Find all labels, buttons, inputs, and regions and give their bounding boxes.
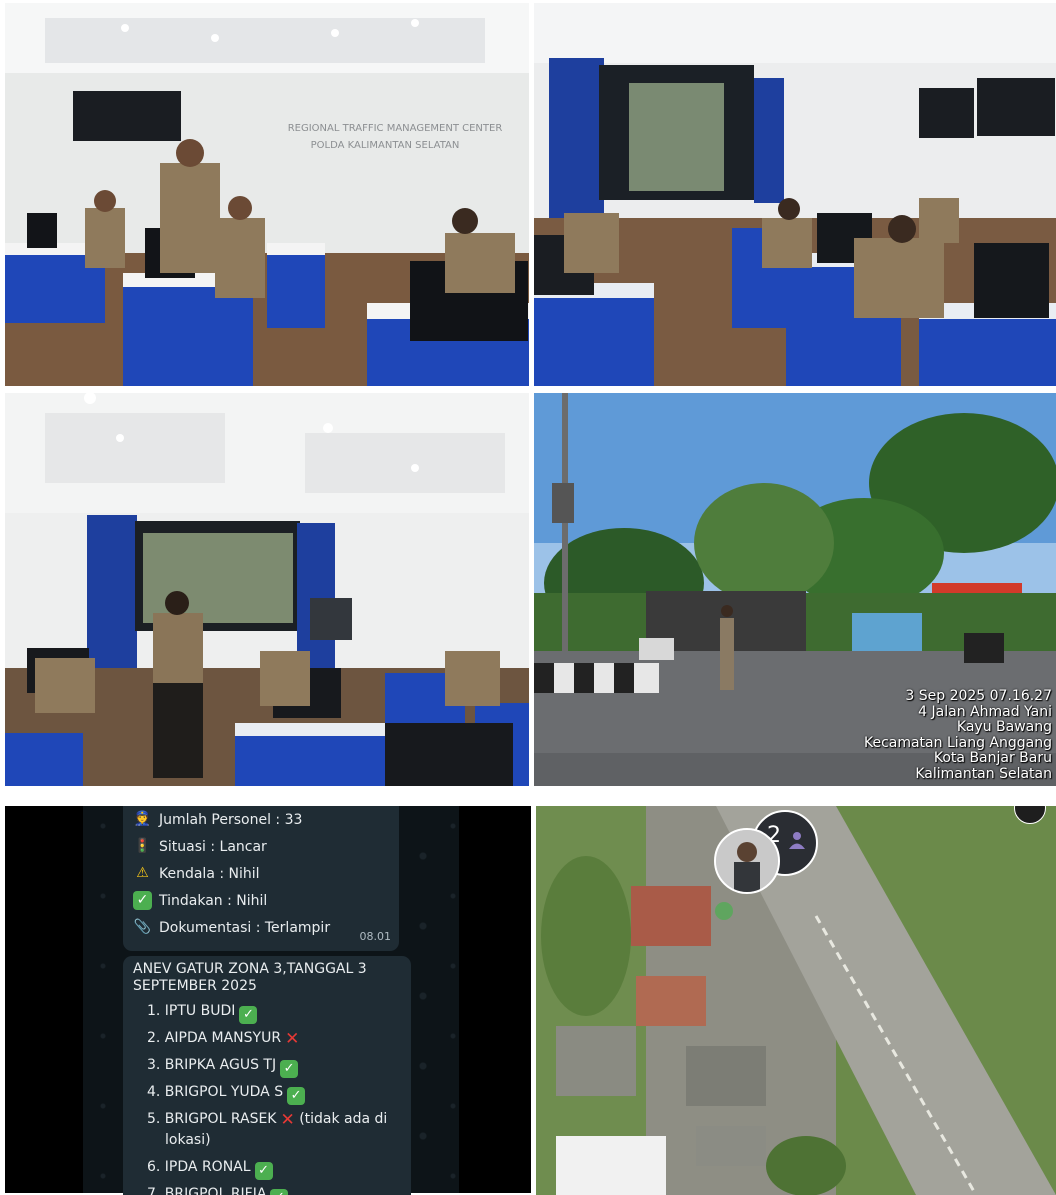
warning-icon: ⚠ — [136, 865, 149, 881]
list-item: 2. AIPDA MANSYUR ✕ — [147, 1029, 300, 1049]
report-row-action: ✓ Tindakan : Nihil — [133, 891, 267, 910]
list-item: 4. BRIGPOL YUDA S ✓ — [147, 1082, 306, 1105]
report-row-situation: 🚦 Situasi : Lancar — [133, 837, 267, 856]
chat-screenshot: 👮 Jumlah Personel : 33 🚦 Situasi : Lanca… — [5, 806, 531, 1195]
cross-mark-icon: ✕ — [285, 1029, 300, 1049]
list-item: 5. BRIGPOL RASEK ✕ (tidak ada di — [147, 1110, 388, 1130]
report-message-bubble: 👮 Jumlah Personel : 33 🚦 Situasi : Lanca… — [123, 806, 399, 951]
message-timestamp: 08.01 — [359, 930, 392, 943]
absence-note-continued: lokasi) — [165, 1132, 211, 1148]
sign-line1: REGIONAL TRAFFIC MANAGEMENT CENTER — [288, 123, 503, 134]
paperclip-icon: 📎 — [133, 919, 152, 935]
report-row-obstacle: ⚠ Kendala : Nihil — [133, 864, 260, 883]
check-mark-icon: ✓ — [239, 1006, 258, 1024]
stamp-province: Kalimantan Selatan — [915, 765, 1052, 782]
attendance-header: ANEV GATUR ZONA 3,TANGGAL 3 SEPTEMBER 20… — [133, 961, 367, 994]
list-item: 6. IPDA RONAL ✓ — [147, 1157, 273, 1180]
stamp-district: Kecamatan Liang Anggang — [863, 734, 1052, 751]
documentation-text: Dokumentasi : Terlampir — [159, 919, 331, 936]
list-item: 3. BRIPKA AGUS TJ ✓ — [147, 1055, 299, 1078]
personnel-count-text: Jumlah Personel : 33 — [159, 811, 303, 828]
traffic-light-icon: 🚦 — [133, 838, 152, 854]
check-mark-icon: ✓ — [270, 1189, 289, 1195]
stamp-street: 4 Jalan Ahmad Yani — [918, 703, 1052, 720]
photo-control-room-wide — [5, 393, 529, 786]
check-mark-icon: ✓ — [133, 891, 152, 910]
situation-text: Situasi : Lancar — [159, 838, 267, 855]
officer-avatar-pin[interactable] — [714, 828, 780, 894]
list-item: 7. BRIGPOL RIFIA✓ — [147, 1184, 289, 1195]
photo-control-room-front: REGIONAL TRAFFIC MANAGEMENT CENTER POLDA… — [5, 3, 529, 386]
list-item: 1. IPTU BUDI ✓ — [147, 1001, 258, 1024]
cross-mark-icon: ✕ — [280, 1110, 295, 1130]
check-mark-icon: ✓ — [287, 1087, 306, 1105]
photo-control-room-side — [534, 3, 1056, 386]
obstacle-text: Kendala : Nihil — [159, 865, 260, 882]
action-text: Tindakan : Nihil — [159, 892, 268, 909]
check-mark-icon: ✓ — [280, 1060, 299, 1078]
check-mark-icon: ✓ — [254, 1162, 273, 1180]
timestamp-location-overlay: 3 Sep 2025 07.16.27 4 Jalan Ahmad Yani K… — [863, 688, 1052, 782]
photo-street-officer: 3 Sep 2025 07.16.27 4 Jalan Ahmad Yani K… — [534, 393, 1056, 786]
stamp-village: Kayu Bawang — [956, 719, 1052, 735]
sign-line2: POLDA KALIMANTAN SELATAN — [311, 140, 460, 151]
attendance-message-bubble: ANEV GATUR ZONA 3,TANGGAL 3 SEPTEMBER 20… — [123, 956, 411, 1195]
police-officer-icon: 👮 — [133, 811, 152, 827]
absence-note: (tidak ada di — [299, 1111, 388, 1127]
stamp-date: 3 Sep 2025 07.16.27 — [905, 688, 1052, 704]
stamp-city: Kota Banjar Baru — [933, 750, 1052, 766]
people-icon — [789, 832, 805, 849]
report-row-personnel: 👮 Jumlah Personel : 33 — [133, 810, 303, 829]
report-row-documentation: 📎 Dokumentasi : Terlampir — [133, 918, 330, 937]
map-satellite-view[interactable]: 2 — [536, 806, 1056, 1195]
